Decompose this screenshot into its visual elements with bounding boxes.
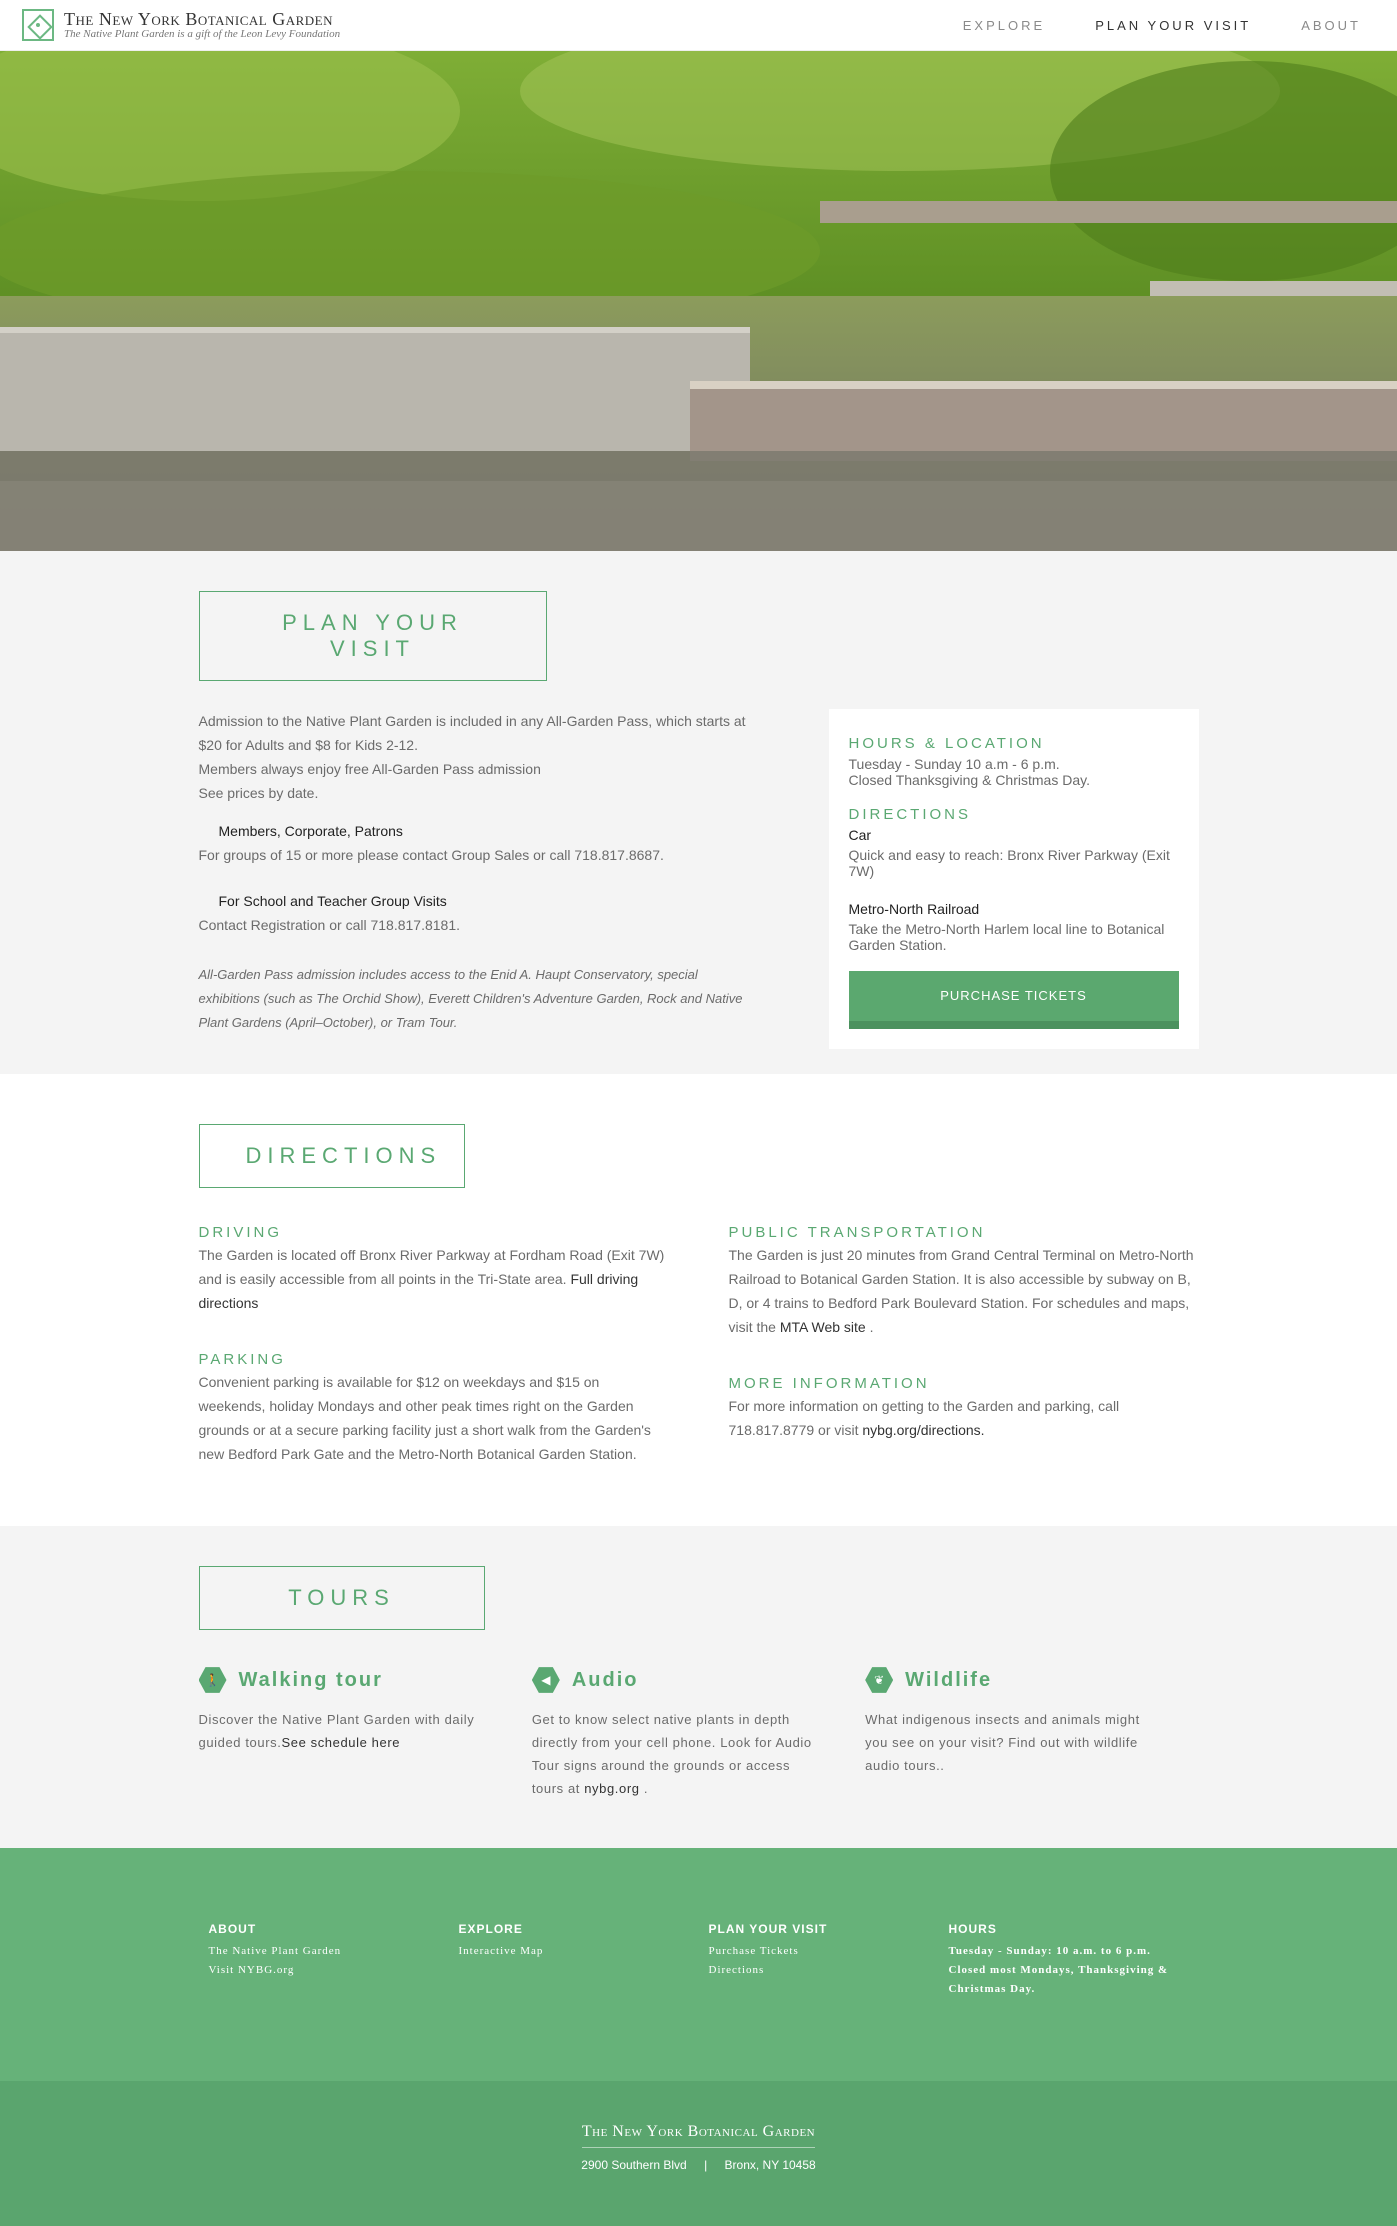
directions-section: DIRECTIONS DRIVING The Garden is located…: [0, 1074, 1397, 1526]
rail-title: Metro-North Railroad: [848, 901, 980, 917]
footer-brand-title: The New York Botanical Garden: [581, 2123, 816, 2148]
more-info-text: For more information on getting to the G…: [728, 1398, 1120, 1438]
footer-hours-text: Tuesday - Sunday: 10 a.m. to 6 p.m. Clos…: [948, 1945, 1169, 1995]
tour-title: Audio: [571, 1668, 639, 1691]
tour-text: Get to know select native plants in dept…: [531, 1712, 812, 1796]
tours-section: TOURS 🚶 Walking tour Discover the Native…: [0, 1526, 1397, 1848]
car-text: Quick and easy to reach: Bronx River Par…: [848, 847, 1170, 879]
main-nav: EXPLORE PLAN YOUR VISIT ABOUT: [963, 18, 1375, 33]
driving-text: The Garden is located off Bronx River Pa…: [198, 1247, 665, 1311]
tour-title: Walking tour: [238, 1668, 383, 1691]
plan-heading: PLAN YOUR VISIT: [198, 591, 547, 681]
footer-link-interactive-map[interactable]: Interactive Map: [459, 1942, 709, 1961]
footer-bottom-bar: The New York Botanical Garden 2900 South…: [0, 2081, 1397, 2226]
group-2-title: For School and Teacher Group Visits: [218, 893, 447, 909]
address-divider: |: [704, 2158, 708, 2172]
admission-text: Admission to the Native Plant Garden is …: [198, 713, 746, 753]
footer-plan-heading: PLAN YOUR VISIT: [708, 1922, 828, 1936]
driving-heading: DRIVING: [198, 1224, 283, 1241]
footer-explore: EXPLORE Interactive Map: [459, 1922, 709, 1999]
tour-wildlife: ❦ Wildlife What indigenous insects and a…: [865, 1666, 1198, 1800]
footer-explore-heading: EXPLORE: [458, 1922, 523, 1936]
purchase-tickets-button[interactable]: PURCHASE TICKETS: [848, 971, 1179, 1029]
brand-logo-link[interactable]: The New York Botanical Garden The Native…: [22, 9, 340, 41]
directions-left: DRIVING The Garden is located off Bronx …: [199, 1224, 669, 1466]
directions-right: PUBLIC TRANSPORTATION The Garden is just…: [729, 1224, 1199, 1466]
tour-text: What indigenous insects and animals migh…: [865, 1712, 1140, 1773]
tour-text: Discover the Native Plant Garden with da…: [198, 1712, 475, 1750]
rail-text: Take the Metro-North Harlem local line t…: [848, 921, 1165, 953]
hero-image: [0, 51, 1397, 551]
nav-plan-your-visit[interactable]: PLAN YOUR VISIT: [1095, 18, 1251, 33]
brand-tagline: The Native Plant Garden is a gift of the…: [64, 27, 341, 40]
parking-heading: PARKING: [198, 1351, 286, 1368]
address-city: Bronx, NY 10458: [724, 2158, 816, 2172]
brand-title: The New York Botanical Garden: [64, 8, 333, 29]
site-footer: ABOUT The Native Plant Garden Visit NYBG…: [0, 1848, 1397, 2081]
group-1-text: For groups of 15 or more please contact …: [198, 847, 664, 863]
car-title: Car: [848, 827, 872, 843]
public-transport-heading: PUBLIC TRANSPORTATION: [728, 1224, 986, 1241]
parking-text: Convenient parking is available for $12 …: [198, 1374, 651, 1462]
directions-heading: DIRECTIONS: [848, 806, 972, 823]
footer-about-heading: ABOUT: [208, 1922, 257, 1936]
group-2-text: Contact Registration or call 718.817.818…: [198, 917, 461, 933]
directions-section-heading: DIRECTIONS: [198, 1124, 465, 1188]
tour-title: Wildlife: [905, 1668, 993, 1691]
pass-note: All-Garden Pass admission includes acces…: [198, 967, 743, 1030]
footer-address: 2900 Southern Blvd | Bronx, NY 10458: [0, 2158, 1397, 2172]
prices-link[interactable]: See prices by date.: [199, 781, 759, 805]
walking-icon: 🚶: [198, 1667, 227, 1693]
hours-card: HOURS & LOCATION Tuesday - Sunday 10 a.m…: [828, 709, 1199, 1049]
footer-link-purchase-tickets[interactable]: Purchase Tickets: [709, 1942, 949, 1961]
tour-audio: ◀ Audio Get to know select native plants…: [531, 1666, 865, 1800]
public-transport-text: The Garden is just 20 minutes from Grand…: [728, 1247, 1194, 1335]
site-header: The New York Botanical Garden The Native…: [0, 0, 1397, 51]
footer-hours: HOURS Tuesday - Sunday: 10 a.m. to 6 p.m…: [949, 1922, 1179, 1999]
members-text: Members always enjoy free All-Garden Pas…: [198, 761, 541, 777]
nav-about[interactable]: ABOUT: [1301, 18, 1361, 33]
hours-heading: HOURS & LOCATION: [848, 735, 1045, 752]
mta-link[interactable]: MTA Web site: [780, 1319, 866, 1335]
footer-plan: PLAN YOUR VISIT Purchase Tickets Directi…: [709, 1922, 949, 1999]
plan-section: PLAN YOUR VISIT Admission to the Native …: [0, 551, 1397, 1074]
nybg-directions-link[interactable]: nybg.org/directions.: [862, 1422, 984, 1438]
footer-about: ABOUT The Native Plant Garden Visit NYBG…: [209, 1922, 459, 1999]
admission-info: Admission to the Native Plant Garden is …: [199, 709, 759, 1049]
footer-link-visit-nybg[interactable]: Visit NYBG.org: [209, 1961, 459, 1980]
group-1-title: Members, Corporate, Patrons: [218, 823, 403, 839]
hero-garden-photo: [0, 51, 1397, 551]
brand-text: The New York Botanical Garden The Native…: [64, 8, 341, 40]
address-street: 2900 Southern Blvd: [581, 2158, 687, 2172]
bird-icon: ❦: [865, 1667, 894, 1693]
schedule-link[interactable]: See schedule here: [281, 1735, 400, 1750]
tour-walking: 🚶 Walking tour Discover the Native Plant…: [198, 1666, 532, 1800]
hours-line-2: Closed Thanksgiving & Christmas Day.: [848, 772, 1090, 788]
footer-link-native-plant-garden[interactable]: The Native Plant Garden: [209, 1942, 459, 1961]
footer-hours-heading: HOURS: [948, 1922, 997, 1936]
tours-heading: TOURS: [198, 1566, 485, 1630]
footer-link-directions[interactable]: Directions: [709, 1961, 949, 1980]
nav-explore[interactable]: EXPLORE: [963, 18, 1045, 33]
nybg-logo-icon: [22, 9, 54, 41]
nybg-link[interactable]: nybg.org: [584, 1781, 639, 1796]
speaker-icon: ◀: [531, 1667, 560, 1693]
hours-line-1: Tuesday - Sunday 10 a.m - 6 p.m.: [848, 756, 1060, 772]
more-info-heading: MORE INFORMATION: [728, 1375, 930, 1392]
